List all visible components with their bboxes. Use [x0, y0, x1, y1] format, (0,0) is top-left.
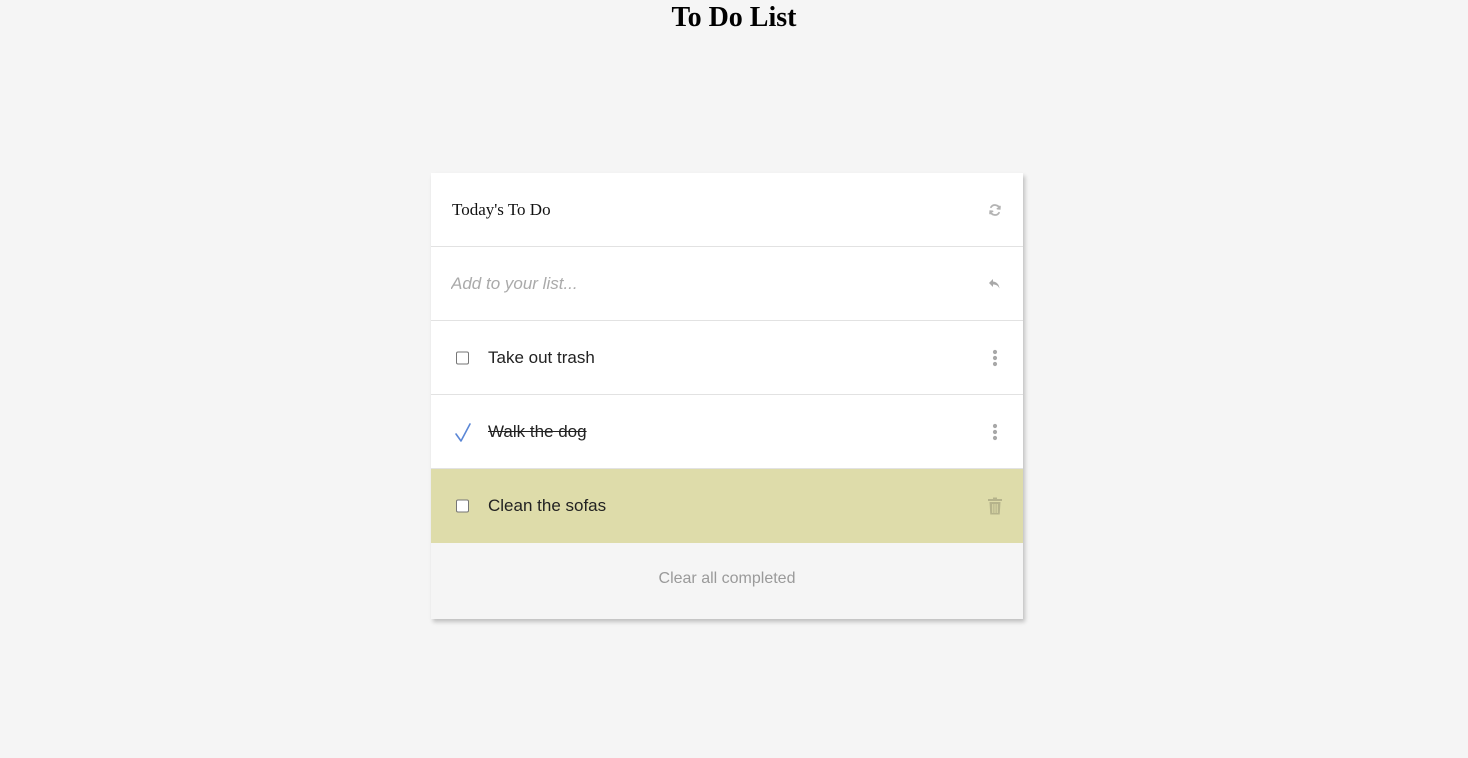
- reply-arrow-icon[interactable]: [987, 276, 1003, 292]
- item-label: Walk the dog: [488, 421, 587, 441]
- add-item-input[interactable]: [451, 273, 951, 294]
- item-label: Take out trash: [488, 347, 595, 367]
- list-title: Today's To Do: [452, 199, 551, 219]
- more-vertical-icon[interactable]: [987, 423, 1003, 440]
- item-checkbox[interactable]: [456, 351, 469, 364]
- add-item-row: [431, 247, 1023, 321]
- card-header: Today's To Do: [431, 173, 1023, 247]
- todo-card: Today's To Do Take out trash: [431, 173, 1023, 619]
- item-checkbox[interactable]: [456, 499, 469, 512]
- trash-icon[interactable]: [987, 497, 1003, 514]
- clear-completed-button[interactable]: Clear all completed: [659, 570, 796, 588]
- page-title: To Do List: [671, 2, 797, 33]
- card-footer: Clear all completed: [431, 543, 1023, 619]
- refresh-icon[interactable]: [987, 202, 1003, 218]
- checkmark-icon[interactable]: [453, 421, 473, 443]
- list-item: Take out trash: [431, 321, 1023, 395]
- item-label: Clean the sofas: [488, 495, 607, 515]
- list-item: Clean the sofas: [431, 469, 1023, 543]
- more-vertical-icon[interactable]: [987, 349, 1003, 366]
- list-item: Walk the dog: [431, 395, 1023, 469]
